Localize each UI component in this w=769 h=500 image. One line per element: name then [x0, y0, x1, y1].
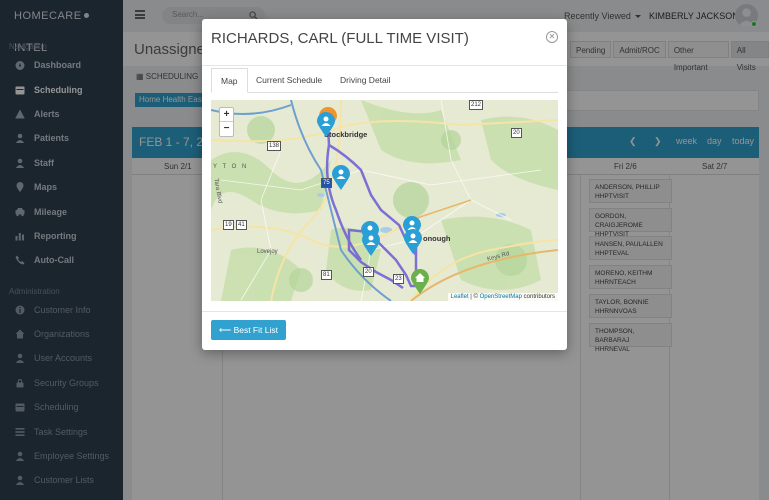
map-marker-icon[interactable] [403, 229, 423, 255]
tab-current-schedule[interactable]: Current Schedule [247, 68, 331, 93]
map-canvas [211, 100, 558, 301]
map-shield: 212 [469, 100, 484, 110]
divider [202, 65, 567, 66]
map-shield: 20 [363, 267, 374, 277]
map-shield: 19 [223, 220, 234, 230]
leaflet-link[interactable]: Leaflet [451, 294, 469, 300]
tab-driving-detail[interactable]: Driving Detail [331, 68, 400, 93]
divider [202, 311, 567, 312]
map-shield: 23 [393, 274, 404, 284]
zoom-control: + − [219, 107, 234, 137]
modal-tabs: Map Current Schedule Driving Detail [211, 68, 558, 93]
map-marker-icon[interactable] [331, 165, 351, 191]
best-fit-list-button[interactable]: ⟵ Best Fit List [211, 320, 286, 340]
map-shield: 20 [511, 128, 522, 138]
home-marker-icon[interactable] [410, 269, 430, 295]
map-shield: 41 [236, 220, 247, 230]
close-icon[interactable]: ✕ [546, 31, 558, 43]
visit-modal: RICHARDS, CARL (FULL TIME VISIT) ✕ Map Cu… [202, 19, 567, 350]
osm-link[interactable]: OpenStreetMap [480, 294, 522, 300]
route-map[interactable]: Stockbridge onough Keys Rd Lovejoy Tara … [211, 100, 558, 301]
map-marker-icon[interactable] [361, 231, 381, 257]
map-label-mcdonough: onough [423, 234, 451, 243]
tab-map[interactable]: Map [211, 68, 248, 93]
zoom-in-button[interactable]: + [220, 108, 233, 122]
map-marker-icon[interactable] [316, 112, 336, 138]
map-shield: 138 [267, 141, 282, 151]
map-shield: 81 [321, 270, 332, 280]
modal-title: RICHARDS, CARL (FULL TIME VISIT) [211, 30, 469, 47]
map-attribution: Leaflet | © OpenStreetMap contributors [447, 293, 558, 301]
map-label-yton: Y T O N [213, 164, 249, 170]
zoom-out-button[interactable]: − [220, 122, 233, 136]
map-label-lovejoy: Lovejoy [257, 249, 278, 255]
arrow-left-icon: ⟵ [219, 325, 232, 335]
